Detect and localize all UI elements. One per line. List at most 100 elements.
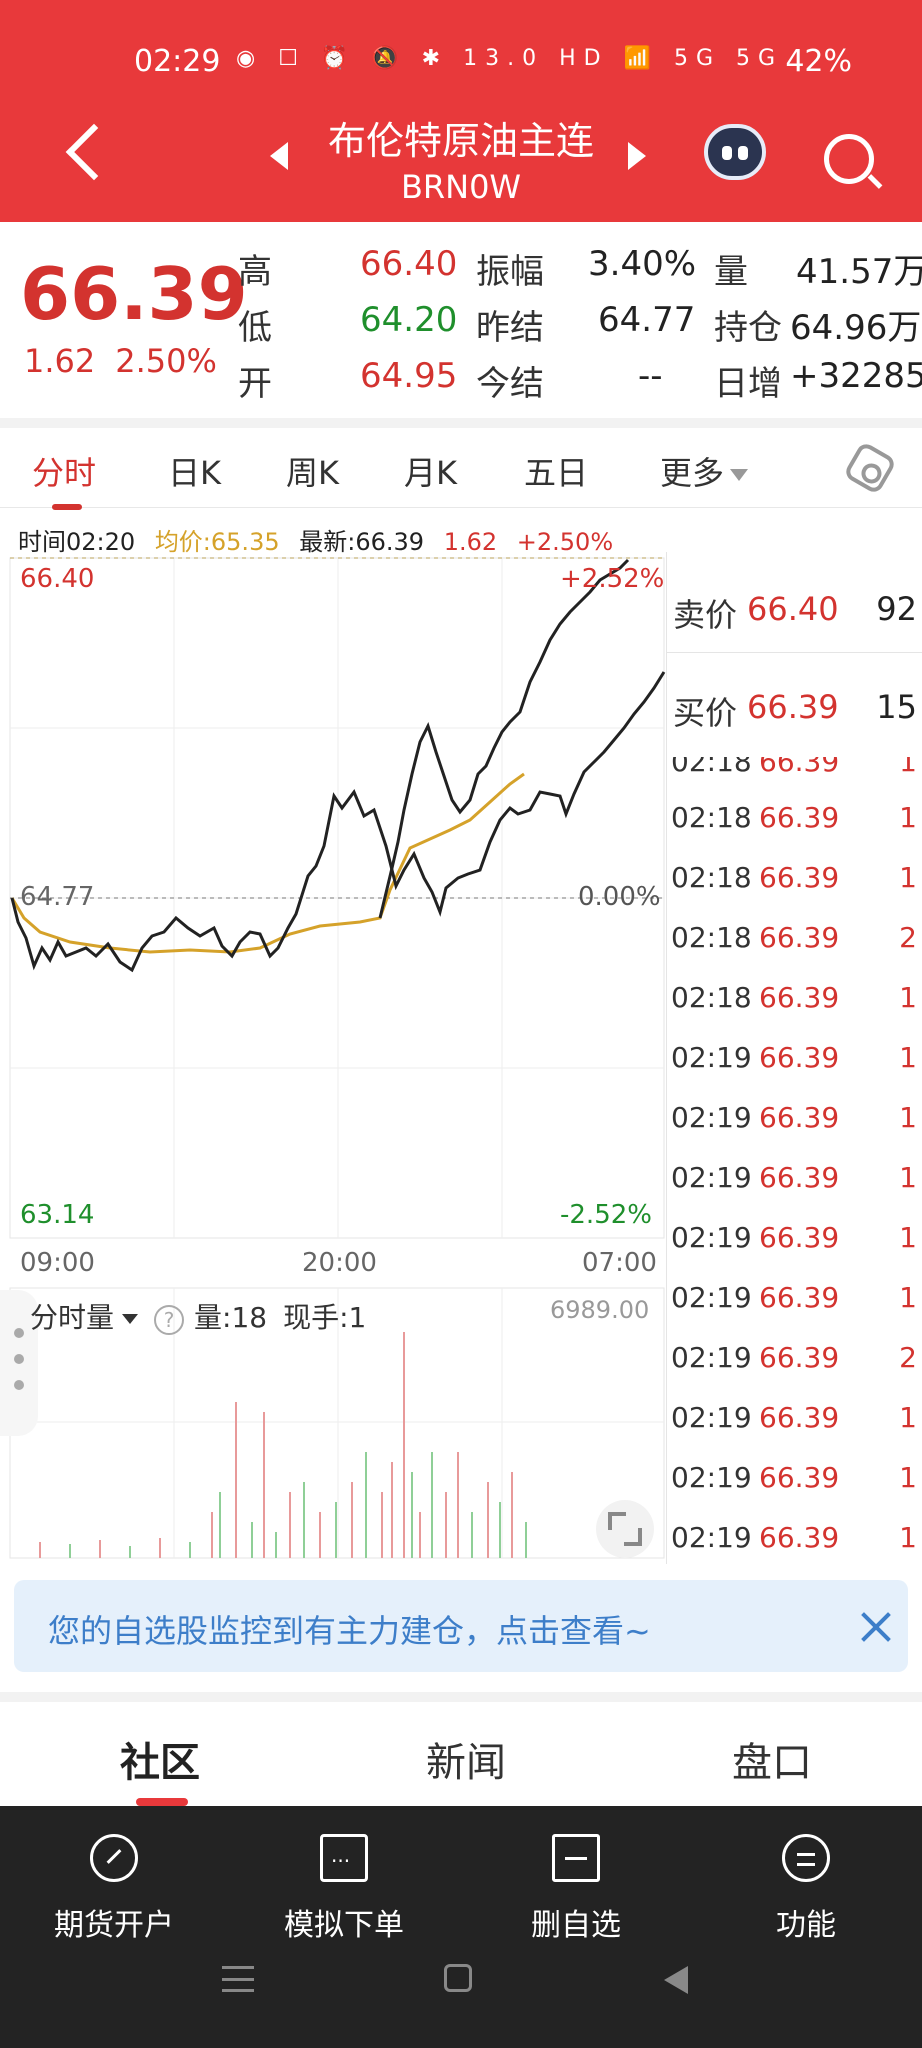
- trade-time: 02:19: [671, 1401, 752, 1434]
- stat-settle-label: 今结: [476, 364, 544, 404]
- chevron-down-icon: [122, 1314, 139, 1324]
- trade-price: 66.39: [759, 1041, 840, 1074]
- volume-current: 量:18: [194, 1301, 268, 1334]
- stat-open-label: 开: [238, 364, 272, 404]
- trade-volume: 1: [899, 1521, 917, 1554]
- trade-row: 02:19 66.39 1: [671, 1445, 917, 1505]
- battery-level: 42%: [785, 44, 852, 79]
- ask-label: 卖价: [673, 596, 738, 634]
- trade-price: 66.39: [759, 1281, 840, 1314]
- divider: [0, 1692, 922, 1702]
- trade-volume: 1: [899, 861, 917, 894]
- tab-news[interactable]: 新闻: [426, 1730, 506, 1788]
- y-max-price: 66.40: [20, 564, 95, 594]
- minus-box-icon: [552, 1834, 600, 1882]
- change-value: 1.62: [24, 342, 96, 380]
- x-end-label: 07:00: [582, 1248, 657, 1278]
- y-mid-percent: 0.00%: [578, 882, 661, 912]
- next-contract-icon[interactable]: [628, 142, 646, 170]
- trade-row: 02:18 66.39 2: [671, 905, 917, 965]
- trade-time: 02:18: [671, 801, 752, 834]
- remove-watchlist-button[interactable]: 删自选: [476, 1824, 676, 1944]
- price-change: 1.62 2.50%: [24, 342, 237, 380]
- trade-time: 02:18: [671, 757, 752, 778]
- trade-row: 02:19 66.39 1: [671, 1085, 917, 1145]
- y-mid-price: 64.77: [20, 882, 95, 912]
- ask-price: 66.40: [747, 590, 839, 628]
- trade-list[interactable]: 02:18 66.39 1 02:18 66.39 1 02:18 66.39 1 02:1…: [667, 757, 922, 1557]
- bid-row: 买价 66.39 15: [671, 662, 917, 752]
- trade-volume: 1: [899, 1401, 917, 1434]
- volume-indicator-label: 分时量: [30, 1301, 115, 1334]
- search-icon[interactable]: [824, 134, 874, 184]
- simulated-order-label: 模拟下单: [284, 1908, 404, 1943]
- close-icon[interactable]: [860, 1610, 894, 1644]
- tab-orderbook[interactable]: 盘口: [732, 1730, 812, 1788]
- trade-time: 02:19: [671, 1461, 752, 1494]
- stat-open-interest-value: 64.96万: [790, 308, 922, 348]
- tab-daily-k[interactable]: 日K: [168, 448, 221, 494]
- tab-weekly-k[interactable]: 周K: [286, 448, 339, 494]
- stat-volume-label: 量: [714, 252, 748, 292]
- trade-price: 66.39: [759, 1221, 840, 1254]
- bid-label: 买价: [673, 694, 738, 732]
- trade-price: 66.39: [759, 1461, 840, 1494]
- simulated-order-button[interactable]: 模拟下单: [244, 1824, 444, 1944]
- trade-volume: 2: [899, 1341, 917, 1374]
- last-price: 66.39: [20, 252, 248, 336]
- divider: [0, 418, 922, 428]
- average-price-line: [10, 772, 525, 954]
- stat-low-label: 低: [238, 308, 272, 348]
- stat-amplitude-label: 振幅: [476, 252, 544, 292]
- stat-high-label: 高: [238, 252, 272, 292]
- nav-bar: 布伦特原油主连 BRN0W: [0, 100, 922, 220]
- recent-apps-icon[interactable]: [222, 1966, 254, 1992]
- content-tabs: 社区 新闻 盘口: [0, 1702, 922, 1806]
- trade-row: 02:19 66.39 1: [671, 1505, 917, 1557]
- trade-time: 02:18: [671, 981, 752, 1014]
- trade-volume: 1: [899, 981, 917, 1014]
- change-percent: 2.50%: [115, 342, 217, 380]
- chevron-down-icon: [730, 469, 749, 481]
- x-start-label: 09:00: [20, 1248, 95, 1278]
- trade-volume: 1: [899, 1281, 917, 1314]
- dot-icon: [14, 1354, 24, 1364]
- stat-high-value: 66.40: [360, 244, 458, 284]
- settings-icon[interactable]: [842, 440, 898, 496]
- intraday-chart[interactable]: 66.40 +2.52% 64.77 0.00% 63.14 -2.52% 09…: [0, 552, 666, 1564]
- functions-button[interactable]: 功能: [706, 1824, 906, 1944]
- trade-row: 02:18 66.39 1: [671, 785, 917, 845]
- trade-price: 66.39: [759, 1521, 840, 1554]
- trade-price: 66.39: [759, 861, 840, 894]
- trade-volume: 1: [899, 1161, 917, 1194]
- tab-community[interactable]: 社区: [120, 1730, 200, 1788]
- robot-assistant-icon[interactable]: [704, 124, 766, 180]
- fullscreen-icon[interactable]: [596, 1500, 654, 1558]
- help-icon[interactable]: ?: [154, 1305, 185, 1335]
- back-icon[interactable]: [60, 124, 104, 184]
- open-account-button[interactable]: 期货开户: [14, 1824, 214, 1944]
- stat-amplitude-value: 3.40%: [588, 244, 697, 284]
- functions-label: 功能: [776, 1908, 836, 1943]
- tab-monthly-k[interactable]: 月K: [404, 448, 457, 494]
- top-bar: 02:29 ◉ ☐ ⏰ 🔕 ✱ 13.0 HD 📶 5G 5G 42% 布伦特原…: [0, 0, 922, 222]
- volume-hand: 现手:1: [283, 1301, 367, 1334]
- contract-title: 布伦特原油主连: [327, 119, 594, 163]
- tab-five-day[interactable]: 五日: [524, 448, 588, 494]
- trade-row: 02:19 66.39 1: [671, 1385, 917, 1445]
- bid-price: 66.39: [747, 688, 839, 726]
- quote-summary: 66.39 1.62 2.50% 高 66.40 低 64.20 开 64.95 …: [0, 222, 922, 418]
- status-icons: ◉ ☐ ⏰ 🔕 ✱ 13.0 HD 📶 5G 5G: [236, 46, 784, 71]
- y-max-percent: +2.52%: [560, 564, 665, 594]
- trade-volume: 1: [899, 757, 917, 778]
- app-root: 02:29 ◉ ☐ ⏰ 🔕 ✱ 13.0 HD 📶 5G 5G 42% 布伦特原…: [0, 0, 922, 2048]
- volume-header[interactable]: 分时量? 量:18 现手:1: [30, 1296, 366, 1336]
- tab-intraday[interactable]: 分时: [32, 448, 96, 494]
- stat-open-interest-label: 持仓: [714, 308, 782, 348]
- tab-more[interactable]: 更多: [660, 448, 749, 494]
- prev-contract-icon[interactable]: [270, 142, 288, 170]
- home-icon[interactable]: [444, 1964, 472, 1992]
- back-nav-icon[interactable]: [664, 1966, 688, 1994]
- trade-time: 02:18: [671, 921, 752, 954]
- monitor-notice[interactable]: 您的自选股监控到有主力建仓，点击查看~: [14, 1580, 908, 1672]
